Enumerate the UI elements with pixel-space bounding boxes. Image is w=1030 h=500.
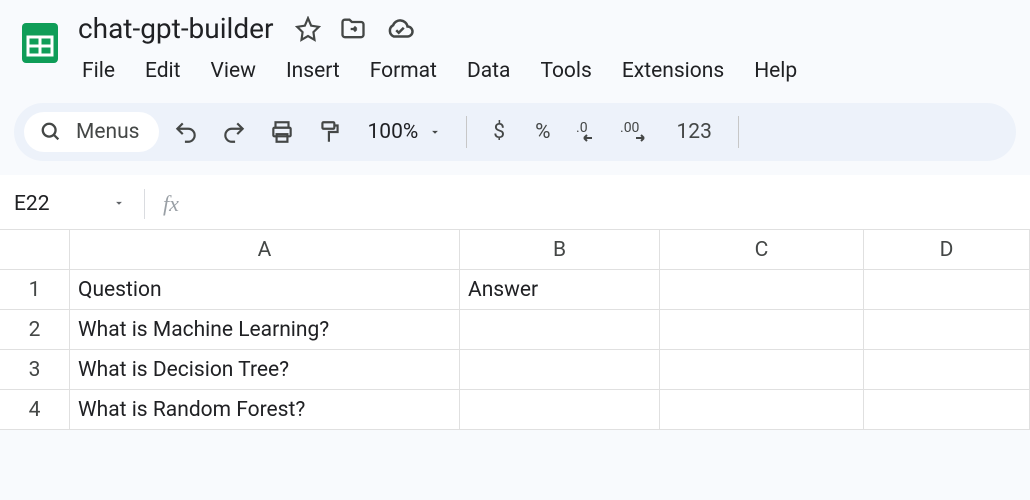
- percent-button[interactable]: %: [523, 120, 562, 144]
- print-button[interactable]: [261, 111, 303, 153]
- menu-insert[interactable]: Insert: [272, 53, 354, 89]
- menu-data[interactable]: Data: [453, 53, 525, 89]
- redo-button[interactable]: [213, 111, 255, 153]
- cell[interactable]: [460, 350, 660, 390]
- paint-format-button[interactable]: [309, 111, 351, 153]
- col-header-d[interactable]: D: [864, 230, 1030, 270]
- cell[interactable]: Question: [70, 270, 460, 310]
- menu-file[interactable]: File: [68, 53, 129, 89]
- zoom-dropdown[interactable]: 100%: [357, 120, 452, 144]
- menu-format[interactable]: Format: [356, 53, 451, 89]
- formula-bar: E22 fx: [0, 175, 1030, 230]
- move-folder-icon[interactable]: [339, 15, 367, 43]
- name-box-dropdown[interactable]: [112, 195, 126, 214]
- cell[interactable]: [864, 350, 1030, 390]
- row-header[interactable]: 2: [0, 310, 70, 350]
- menu-edit[interactable]: Edit: [131, 53, 195, 89]
- cell[interactable]: [660, 350, 864, 390]
- format-123-button[interactable]: 123: [664, 120, 723, 144]
- formula-bar-separator: [144, 189, 145, 219]
- cloud-status-icon[interactable]: [385, 14, 415, 44]
- toolbar-separator: [466, 116, 467, 148]
- cell[interactable]: What is Machine Learning?: [70, 310, 460, 350]
- menu-view[interactable]: View: [197, 53, 270, 89]
- cell[interactable]: [660, 310, 864, 350]
- cell[interactable]: [864, 270, 1030, 310]
- cell[interactable]: [864, 390, 1030, 430]
- menu-extensions[interactable]: Extensions: [608, 53, 738, 89]
- app-header: chat-gpt-builder File Edit View Insert F…: [0, 0, 1030, 89]
- currency-button[interactable]: $: [481, 120, 517, 144]
- cell[interactable]: [660, 270, 864, 310]
- col-header-a[interactable]: A: [70, 230, 460, 270]
- col-header-b[interactable]: B: [460, 230, 660, 270]
- increase-decimal-button[interactable]: .00: [616, 111, 658, 153]
- search-icon: [40, 121, 62, 143]
- spreadsheet-grid: A B C D 1 Question Answer 2 What is Mach…: [0, 230, 1030, 430]
- menu-help[interactable]: Help: [740, 53, 811, 89]
- undo-button[interactable]: [165, 111, 207, 153]
- svg-text:.0: .0: [576, 120, 588, 136]
- menus-label: Menus: [76, 120, 139, 144]
- menu-bar: File Edit View Insert Format Data Tools …: [68, 53, 1016, 89]
- cell[interactable]: What is Random Forest?: [70, 390, 460, 430]
- select-all-corner[interactable]: [0, 230, 70, 270]
- fx-label: fx: [163, 191, 179, 217]
- svg-text:.00: .00: [620, 120, 640, 136]
- cell[interactable]: [660, 390, 864, 430]
- row-header[interactable]: 4: [0, 390, 70, 430]
- col-header-c[interactable]: C: [660, 230, 864, 270]
- document-title[interactable]: chat-gpt-builder: [74, 10, 277, 47]
- menu-tools[interactable]: Tools: [526, 53, 605, 89]
- cell[interactable]: Answer: [460, 270, 660, 310]
- cell[interactable]: [864, 310, 1030, 350]
- decrease-decimal-button[interactable]: .0: [568, 111, 610, 153]
- row-header[interactable]: 1: [0, 270, 70, 310]
- row-header[interactable]: 3: [0, 350, 70, 390]
- cell[interactable]: [460, 390, 660, 430]
- sheets-logo: [14, 8, 66, 78]
- chevron-down-icon: [428, 125, 442, 139]
- cell[interactable]: [460, 310, 660, 350]
- cell[interactable]: What is Decision Tree?: [70, 350, 460, 390]
- toolbar-separator: [738, 116, 739, 148]
- search-menus[interactable]: Menus: [24, 112, 159, 152]
- toolbar: Menus 100% $ % .0 .00 123: [14, 103, 1016, 161]
- zoom-value: 100%: [367, 120, 418, 144]
- star-icon[interactable]: [295, 16, 321, 42]
- name-box[interactable]: E22: [14, 192, 94, 216]
